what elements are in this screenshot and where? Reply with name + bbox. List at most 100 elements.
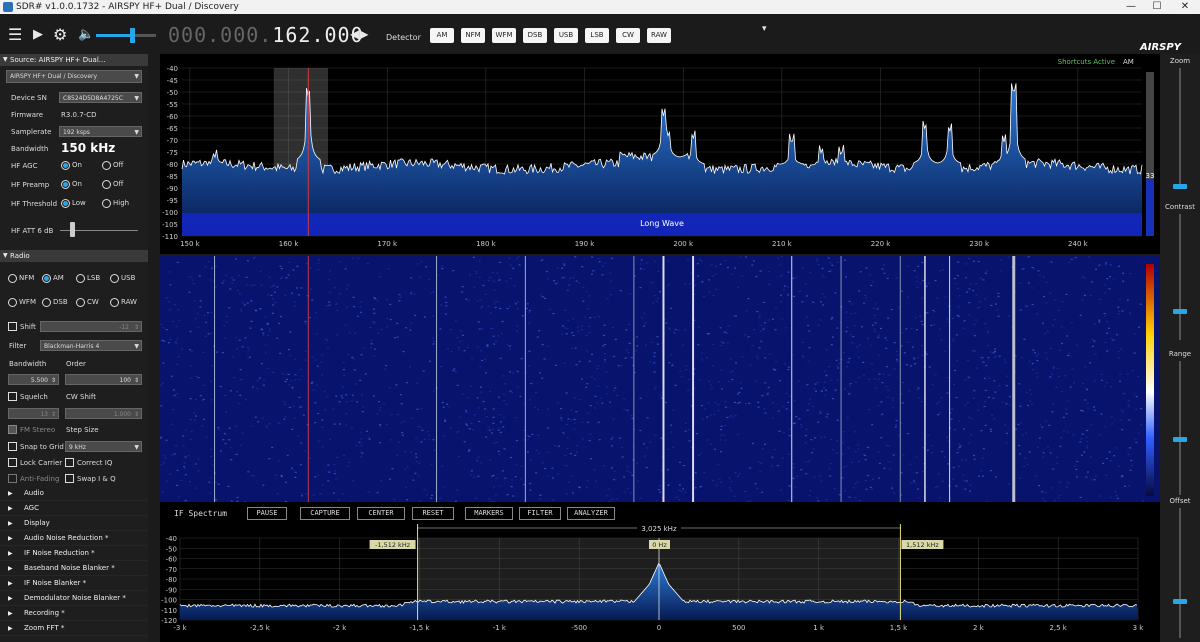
device-select[interactable]: AIRSPY HF+ Dual / Discovery ▼ [6, 70, 142, 83]
waterfall-display[interactable] [160, 256, 1160, 504]
chevron-down-icon[interactable]: ▾ [762, 24, 767, 34]
step-size-select[interactable]: 9 kHz ▼ [65, 441, 142, 452]
stepper-icon[interactable]: ⇕ [134, 409, 139, 420]
offset-slider[interactable] [1179, 508, 1181, 638]
plugin-audio-noise-reduction[interactable]: ▶ Audio Noise Reduction * [0, 531, 148, 546]
gear-icon[interactable]: ⚙ [53, 25, 67, 44]
plugin-recording[interactable]: ▶ Recording * [0, 606, 148, 621]
frequency-step-arrows-icon[interactable]: ◀▶ [350, 27, 368, 41]
waterfall-speckle [1137, 375, 1139, 377]
order-input[interactable]: 100 ⇕ [65, 374, 142, 385]
if-center-button[interactable]: CENTER [357, 507, 405, 520]
squelch-input[interactable]: 13 ⇕ [8, 408, 59, 419]
plugin-if-noise-blanker[interactable]: ▶ IF Noise Blanker * [0, 576, 148, 591]
plugin-if-noise-reduction[interactable]: ▶ IF Noise Reduction * [0, 546, 148, 561]
preamp-on-radio[interactable] [61, 180, 70, 189]
swap-iq-checkbox[interactable] [65, 474, 74, 483]
mode-lsb-radio[interactable] [76, 274, 85, 283]
plugin-demodulator-noise-blanker[interactable]: ▶ Demodulator Noise Blanker * [0, 591, 148, 606]
if-pause-button[interactable]: PAUSE [247, 507, 287, 520]
speaker-icon[interactable]: 🔈 [78, 27, 94, 42]
detector-usb-button[interactable]: USB [554, 28, 578, 43]
detector-wfm-button[interactable]: WFM [492, 28, 516, 43]
filter-select[interactable]: Blackman-Harris 4 ▼ [40, 340, 142, 351]
detector-am-button[interactable]: AM [430, 28, 454, 43]
threshold-high-radio[interactable] [102, 199, 111, 208]
lock-carrier-checkbox[interactable] [8, 458, 17, 467]
waterfall-speckle [427, 431, 430, 433]
radio-section-header[interactable]: ▼ Radio [0, 250, 148, 262]
play-icon[interactable]: ▶ [33, 27, 43, 42]
plugin-display[interactable]: ▶ Display [0, 516, 148, 531]
plugin-baseband-noise-blanker[interactable]: ▶ Baseband Noise Blanker * [0, 561, 148, 576]
spectrum-plot[interactable]: -40-45-50-55-60-65-70-75-80-85-90-95-100… [160, 54, 1160, 254]
detector-lsb-button[interactable]: LSB [585, 28, 609, 43]
detector-dsb-button[interactable]: DSB [523, 28, 547, 43]
preamp-off-radio[interactable] [102, 180, 111, 189]
waterfall-speckle [1007, 256, 1010, 258]
fm-stereo-checkbox[interactable] [8, 425, 17, 434]
contrast-knob[interactable] [1173, 309, 1187, 314]
plugin-audio[interactable]: ▶ Audio [0, 486, 148, 501]
if-analyzer-button[interactable]: ANALYZER [567, 507, 615, 520]
plugin-agc[interactable]: ▶ AGC [0, 501, 148, 516]
shift-input[interactable]: -12 ⇕ [40, 321, 142, 332]
stepper-icon[interactable]: ⇕ [134, 375, 139, 386]
menu-icon[interactable]: ☰ [8, 25, 22, 44]
offset-knob[interactable] [1173, 599, 1187, 604]
frequency-display[interactable]: 000.000.162.000 [168, 23, 364, 47]
plugin-zoom-fft[interactable]: ▶ Zoom FFT * [0, 621, 148, 636]
waterfall-speckle [345, 394, 348, 396]
waterfall-speckle [284, 381, 287, 383]
squelch-checkbox[interactable] [8, 392, 17, 401]
range-slider[interactable] [1179, 361, 1181, 495]
detector-raw-button[interactable]: RAW [647, 28, 671, 43]
maximize-button[interactable]: ☐ [1144, 0, 1170, 14]
waterfall-speckle [987, 330, 990, 332]
samplerate-select[interactable]: 192 ksps ▼ [59, 126, 142, 137]
range-knob[interactable] [1173, 437, 1187, 442]
stepper-icon[interactable]: ⇕ [51, 375, 56, 386]
waterfall-speckle [695, 433, 698, 435]
mode-cw-radio[interactable] [76, 298, 85, 307]
volume-slider[interactable] [96, 28, 156, 43]
zoom-knob[interactable] [1173, 184, 1187, 189]
mode-nfm-radio[interactable] [8, 274, 17, 283]
if-capture-button[interactable]: CAPTURE [300, 507, 350, 520]
volume-knob[interactable] [130, 28, 135, 43]
cw-shift-input[interactable]: 1.000 ⇕ [65, 408, 142, 419]
contrast-slider[interactable] [1179, 214, 1181, 340]
agc-off-radio[interactable] [102, 161, 111, 170]
anti-fading-checkbox[interactable] [8, 474, 17, 483]
if-markers-button[interactable]: MARKERS [465, 507, 513, 520]
source-section-header[interactable]: ▼ Source: AIRSPY HF+ Dual... [0, 54, 148, 66]
hf-att-knob[interactable] [70, 222, 75, 237]
mode-dsb-radio[interactable] [42, 298, 51, 307]
waterfall-speckle [781, 457, 784, 459]
stepper-icon[interactable]: ⇕ [134, 322, 139, 333]
if-filter-button[interactable]: FILTER [519, 507, 561, 520]
mode-usb-radio[interactable] [110, 274, 119, 283]
agc-on-radio[interactable] [61, 161, 70, 170]
detector-nfm-button[interactable]: NFM [461, 28, 485, 43]
spectrum-analyzer[interactable]: -40 -45 -50 -55 -60 -65 -70 -75 -80 -85 -90 -95 -100… [160, 54, 1160, 254]
bandwidth-input[interactable]: 5.500 ⇕ [8, 374, 59, 385]
mode-am-radio[interactable] [42, 274, 51, 283]
correct-iq-checkbox[interactable] [65, 458, 74, 467]
if-spectrum-plot[interactable]: -40-50-60-70-80-90-100-110-120-3 k -2,5 k… [160, 524, 1160, 642]
waterfall-speckle [1123, 393, 1126, 395]
mode-raw-radio[interactable] [110, 298, 119, 307]
if-reset-button[interactable]: RESET [412, 507, 454, 520]
threshold-low-radio[interactable] [61, 199, 70, 208]
shift-checkbox[interactable] [8, 322, 17, 331]
minimize-button[interactable]: — [1118, 0, 1144, 14]
zoom-slider[interactable] [1179, 68, 1181, 188]
snap-to-grid-checkbox[interactable] [8, 442, 17, 451]
device-sn-select[interactable]: C8524D5D8A4725C ▼ [59, 92, 142, 103]
mode-wfm-radio[interactable] [8, 298, 17, 307]
stepper-icon[interactable]: ⇕ [51, 409, 56, 420]
close-button[interactable]: ✕ [1172, 0, 1198, 14]
detector-cw-button[interactable]: CW [616, 28, 640, 43]
waterfall-plot[interactable] [160, 256, 1160, 504]
waterfall-speckle [748, 402, 751, 404]
